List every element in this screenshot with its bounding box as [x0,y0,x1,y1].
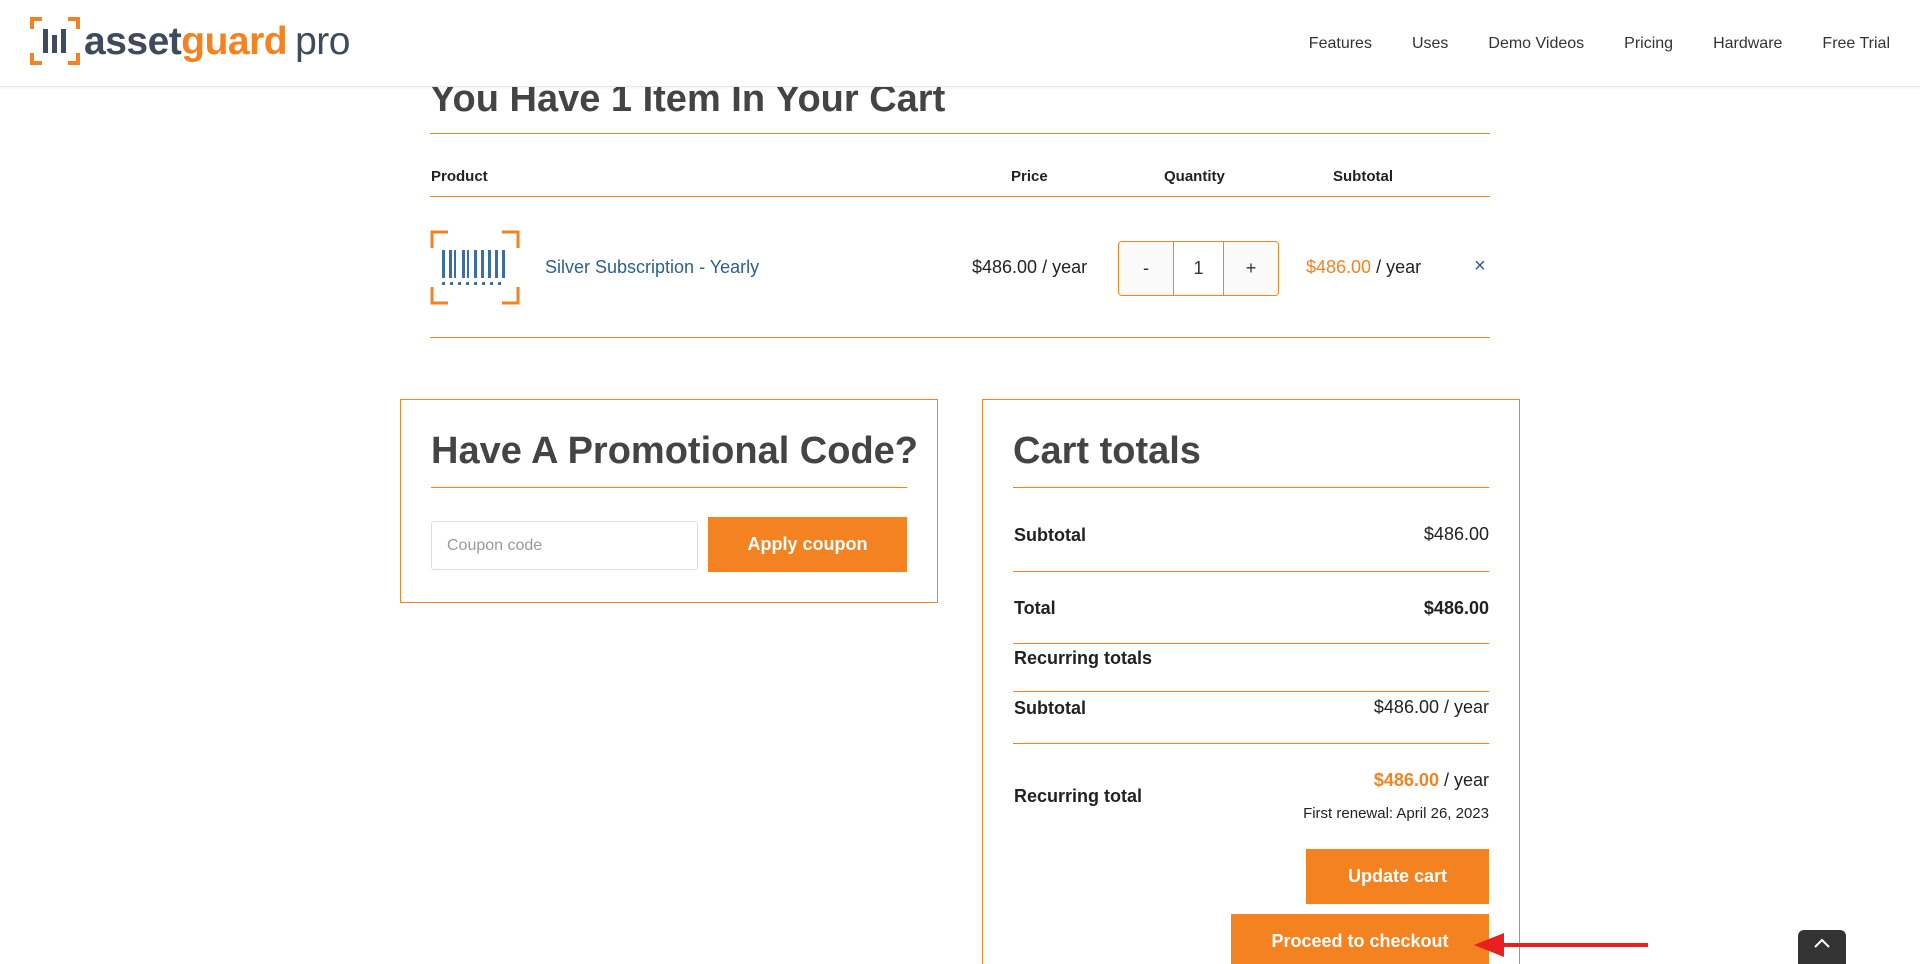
divider [1013,743,1489,744]
site-header: assetguard pro Features Uses Demo Videos … [0,0,1920,87]
logo-asset-text: asset [84,19,182,63]
quantity-input[interactable]: 1 [1173,242,1224,295]
annotation-arrow-icon [1474,933,1648,957]
total-value: $486.00 [1423,598,1489,618]
logo-guard-text: guard [181,19,288,63]
nav-demo-videos[interactable]: Demo Videos [1488,35,1584,53]
divider [1013,487,1489,488]
chevron-up-icon [1814,938,1830,948]
recurring-total-value: $486.00 / year [1374,770,1489,791]
divider [1013,571,1489,572]
proceed-to-checkout-button[interactable]: Proceed to checkout [1231,914,1489,964]
recurring-subtotal-value: $486.00 / year [1373,697,1489,717]
logo-pro-text: pro [295,19,350,63]
quantity-stepper: - 1 + [1118,241,1279,296]
quantity-decrease-button[interactable]: - [1119,242,1173,295]
nav-uses[interactable]: Uses [1412,35,1448,53]
divider [1013,643,1489,644]
scroll-to-top-button[interactable] [1798,930,1846,964]
subtotal-label: Subtotal [1014,525,1086,545]
subtotal-amount: $486.00 [1306,257,1372,277]
product-subtotal: $486.00 / year [1306,257,1421,278]
logo-wordmark: assetguard pro [84,22,350,61]
column-header-quantity: Quantity [1164,168,1225,185]
subtotal-period: / year [1371,257,1422,277]
recurring-totals-label: Recurring totals [1014,648,1153,668]
nav-free-trial[interactable]: Free Trial [1822,35,1890,53]
main-nav: Features Uses Demo Videos Pricing Hardwa… [1309,0,1920,87]
logo-barcode-icon [30,17,80,65]
quantity-increase-button[interactable]: + [1224,242,1278,295]
subtotal-value: $486.00 [1423,524,1489,544]
remove-item-icon[interactable]: × [1474,255,1486,278]
nav-pricing[interactable]: Pricing [1624,35,1673,53]
recurring-subtotal-label: Subtotal [1014,698,1086,718]
column-header-price: Price [1011,168,1048,185]
first-renewal-date: First renewal: April 26, 2023 [1303,805,1489,822]
recurring-total-label: Recurring total [1014,786,1143,806]
divider [1013,691,1489,692]
nav-features[interactable]: Features [1309,35,1372,53]
divider [431,487,907,488]
coupon-code-input[interactable] [431,521,698,570]
apply-coupon-button[interactable]: Apply coupon [708,517,907,572]
product-name-link[interactable]: Silver Subscription - Yearly [545,257,759,278]
product-barcode-thumbnail[interactable] [430,230,520,305]
column-header-product: Product [431,168,488,185]
divider [430,196,1490,197]
cart-totals-title: Cart totals [1013,430,1201,472]
promo-title: Have A Promotional Code? [431,430,919,472]
recurring-total-amount: $486.00 [1373,770,1439,790]
divider [430,133,1490,134]
update-cart-button[interactable]: Update cart [1306,849,1489,904]
column-header-subtotal: Subtotal [1333,168,1393,185]
recurring-total-period: / year [1438,770,1489,790]
divider [430,337,1490,338]
assetguard-logo[interactable]: assetguard pro [30,16,350,66]
product-price: $486.00 / year [972,257,1088,277]
nav-hardware[interactable]: Hardware [1713,35,1782,53]
total-label: Total [1014,598,1056,618]
